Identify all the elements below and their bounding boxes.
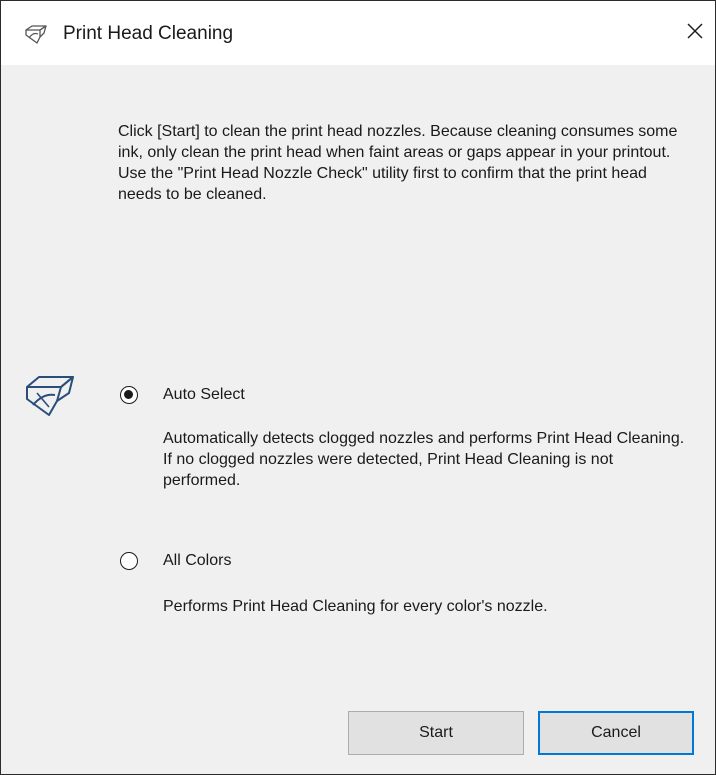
close-button[interactable] <box>675 11 715 55</box>
all-colors-description-line: Performs Print Head Cleaning for every c… <box>163 598 548 615</box>
print-head-cleaning-icon <box>23 23 49 45</box>
cancel-button[interactable]: Cancel <box>538 711 694 755</box>
dialog-title: Print Head Cleaning <box>63 23 234 44</box>
close-icon <box>686 22 704 45</box>
all-colors-radio[interactable] <box>120 552 138 570</box>
print-head-cleaning-dialog: Print Head Cleaning Click [Start] to cle… <box>0 0 716 775</box>
all-colors-label[interactable]: All Colors <box>163 551 231 571</box>
auto-select-label[interactable]: Auto Select <box>163 385 245 405</box>
instruction-text: Click [Start] to clean the print head no… <box>118 123 678 203</box>
title-bar: Print Head Cleaning <box>1 1 715 65</box>
auto-select-radio[interactable] <box>120 386 138 404</box>
print-head-cleaning-icon <box>23 371 79 419</box>
start-button[interactable]: Start <box>348 711 524 755</box>
auto-select-description: Automatically detects clogged nozzles an… <box>163 428 693 491</box>
auto-select-description-line: Automatically detects clogged nozzles an… <box>163 430 685 447</box>
auto-select-description-line: If no clogged nozzles were detected, Pri… <box>163 451 614 489</box>
all-colors-description: Performs Print Head Cleaning for every c… <box>163 596 693 617</box>
